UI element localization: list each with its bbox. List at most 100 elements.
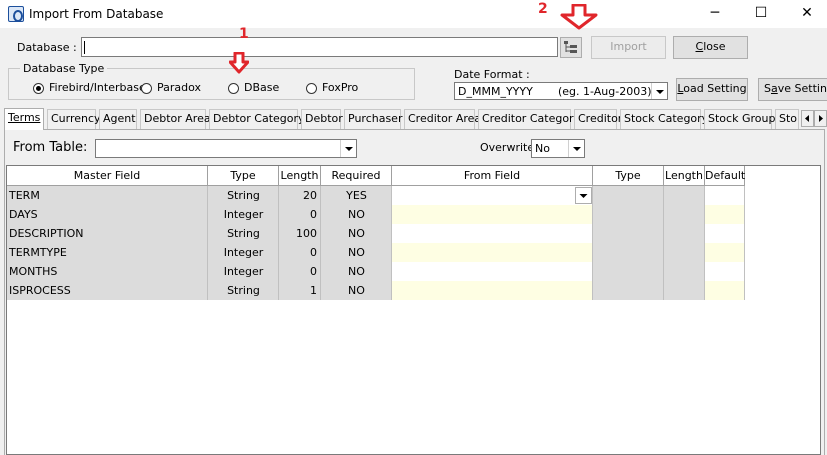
cell-type: String bbox=[208, 281, 279, 300]
tab-stock-group[interactable]: Stock Group bbox=[704, 109, 775, 129]
cell-default[interactable] bbox=[705, 243, 745, 262]
cell-from-field[interactable] bbox=[392, 186, 593, 205]
cell-default[interactable] bbox=[705, 224, 745, 243]
table-row[interactable]: MONTHS Integer 0 NO bbox=[7, 262, 745, 281]
grid-column-separator bbox=[663, 186, 664, 300]
field-mapping-grid[interactable]: Master Field Type Length Required From F… bbox=[6, 165, 821, 455]
overwrite-label: Overwrite bbox=[480, 141, 535, 154]
cell-type: String bbox=[208, 224, 279, 243]
table-row[interactable]: TERM String 20 YES bbox=[7, 186, 745, 205]
tab-debtor-area[interactable]: Debtor Area bbox=[140, 109, 211, 129]
cell-from-type bbox=[593, 186, 664, 205]
browse-database-button[interactable] bbox=[560, 37, 582, 58]
cell-default[interactable] bbox=[705, 281, 745, 300]
radio-firebird-label[interactable]: Firebird/Interbase bbox=[49, 81, 146, 94]
radio-paradox-label[interactable]: Paradox bbox=[157, 81, 201, 94]
grid-column-separator bbox=[207, 186, 208, 300]
overwrite-select[interactable]: No bbox=[531, 139, 585, 158]
table-row[interactable]: ISPROCESS String 1 NO bbox=[7, 281, 745, 300]
tab-stock-category[interactable]: Stock Category bbox=[620, 109, 708, 129]
cell-master-field: TERMTYPE bbox=[7, 243, 208, 262]
tab-agent[interactable]: Agent bbox=[99, 109, 137, 129]
cell-default[interactable] bbox=[705, 186, 745, 205]
from-field-dropdown-button[interactable] bbox=[575, 187, 592, 204]
radio-foxpro[interactable] bbox=[306, 83, 317, 94]
cell-required: NO bbox=[321, 262, 392, 281]
radio-dbase-label[interactable]: DBase bbox=[244, 81, 279, 94]
table-row[interactable]: DESCRIPTION String 100 NO bbox=[7, 224, 745, 243]
date-format-select[interactable]: D_MMM_YYYY (eg. 1-Aug-2003) bbox=[454, 82, 668, 100]
table-row[interactable]: TERMTYPE Integer 0 NO bbox=[7, 243, 745, 262]
database-input[interactable] bbox=[81, 37, 558, 57]
cell-from-length bbox=[664, 262, 705, 281]
column-header-master-field[interactable]: Master Field bbox=[7, 166, 208, 186]
close-window-button[interactable]: ✕ bbox=[784, 0, 827, 28]
date-format-value: D_MMM_YYYY bbox=[458, 85, 533, 98]
tab-creditor[interactable]: Creditor bbox=[574, 109, 622, 129]
import-button[interactable]: Import bbox=[591, 36, 666, 59]
cell-from-field[interactable] bbox=[392, 243, 593, 262]
tab-terms[interactable]: Terms bbox=[4, 108, 44, 130]
database-type-legend: Database Type bbox=[20, 62, 108, 75]
from-table-select[interactable] bbox=[95, 139, 357, 158]
cell-from-type bbox=[593, 224, 664, 243]
column-header-from-field[interactable]: From Field bbox=[392, 166, 593, 186]
chevron-down-icon[interactable] bbox=[651, 83, 667, 99]
folder-tree-icon bbox=[564, 41, 577, 53]
cell-from-field[interactable] bbox=[392, 224, 593, 243]
overwrite-dropdown-icon[interactable] bbox=[568, 140, 584, 157]
column-header-required[interactable]: Required bbox=[321, 166, 392, 186]
date-format-example: (eg. 1-Aug-2003) bbox=[558, 85, 652, 98]
radio-paradox[interactable] bbox=[141, 83, 152, 94]
tab-creditor-category[interactable]: Creditor Category bbox=[478, 109, 580, 129]
cell-from-field[interactable] bbox=[392, 281, 593, 300]
minimize-button[interactable]: ─ bbox=[692, 0, 738, 28]
grid-column-separator bbox=[592, 186, 593, 300]
window-title: Import From Database bbox=[29, 7, 164, 21]
column-header-length[interactable]: Length bbox=[279, 166, 321, 186]
grid-column-separator bbox=[704, 186, 705, 300]
table-row[interactable]: DAYS Integer 0 NO bbox=[7, 205, 745, 224]
tab-purchaser[interactable]: Purchaser bbox=[344, 109, 402, 129]
chevron-down-icon bbox=[579, 194, 588, 198]
cell-length: 0 bbox=[279, 243, 321, 262]
column-header-default[interactable]: Default bbox=[705, 166, 745, 186]
cell-from-field[interactable] bbox=[392, 205, 593, 224]
red-down-arrow-2-icon bbox=[560, 4, 598, 30]
cell-from-field[interactable] bbox=[392, 262, 593, 281]
annotation-number-2: 2 bbox=[538, 1, 548, 17]
annotation-number-1: 1 bbox=[239, 26, 249, 42]
cell-default[interactable] bbox=[705, 205, 745, 224]
column-header-from-length[interactable]: Length bbox=[664, 166, 705, 186]
save-setting-button[interactable]: Save Setting bbox=[758, 78, 827, 101]
load-setting-button[interactable]: Load Setting bbox=[676, 78, 748, 101]
tab-creditor-area[interactable]: Creditor Area bbox=[404, 109, 481, 129]
cell-from-length bbox=[664, 205, 705, 224]
tab-debtor[interactable]: Debtor bbox=[301, 109, 343, 129]
maximize-button[interactable]: ☐ bbox=[738, 0, 784, 28]
cell-type: Integer bbox=[208, 243, 279, 262]
tab-scroll-left-button[interactable] bbox=[801, 110, 814, 127]
cell-type: Integer bbox=[208, 262, 279, 281]
database-label: Database : bbox=[17, 41, 77, 54]
cell-master-field: TERM bbox=[7, 186, 208, 205]
text-caret bbox=[84, 41, 85, 54]
radio-foxpro-label[interactable]: FoxPro bbox=[322, 81, 358, 94]
cell-default[interactable] bbox=[705, 262, 745, 281]
from-table-dropdown-icon[interactable] bbox=[340, 140, 356, 157]
radio-firebird[interactable] bbox=[33, 83, 44, 94]
cell-from-type bbox=[593, 281, 664, 300]
radio-dbase[interactable] bbox=[228, 83, 239, 94]
cell-length: 0 bbox=[279, 262, 321, 281]
cell-from-length bbox=[664, 281, 705, 300]
column-header-type[interactable]: Type bbox=[208, 166, 279, 186]
column-header-from-type[interactable]: Type bbox=[593, 166, 664, 186]
close-button[interactable]: Close bbox=[673, 36, 748, 59]
tab-scroll-right-button[interactable] bbox=[814, 110, 827, 127]
cell-from-length bbox=[664, 224, 705, 243]
tab-debtor-category[interactable]: Debtor Category bbox=[209, 109, 305, 129]
tab-strip: Terms Currency Agent Debtor Area Debtor … bbox=[4, 108, 827, 130]
tab-stock-truncated[interactable]: Sto bbox=[775, 109, 799, 129]
tab-currency[interactable]: Currency bbox=[47, 109, 101, 129]
cell-length: 100 bbox=[279, 224, 321, 243]
